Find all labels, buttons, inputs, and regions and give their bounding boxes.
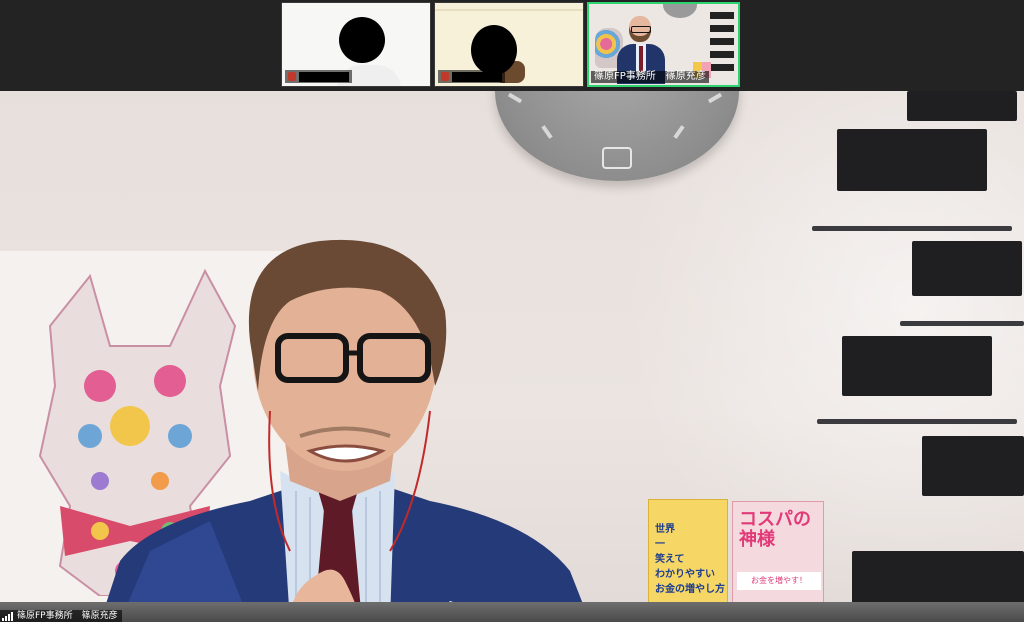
book-title-line: お金の増やし方 xyxy=(655,584,725,595)
shelf-plate xyxy=(812,226,1012,231)
clock-tick xyxy=(673,125,685,139)
redacted-face xyxy=(471,25,517,75)
floating-shelf-unit xyxy=(812,91,1024,622)
active-speaker-video[interactable]: 世界 一 笑えて わかりやすい お金の増やし方 コスパの神様 お金を増やす！ 篠… xyxy=(0,91,1024,622)
mic-muted-icon xyxy=(288,72,296,81)
book-cospa: コスパの神様 お金を増やす！ xyxy=(732,501,824,615)
book-title-line: 世界 xyxy=(655,524,675,535)
shelf-block xyxy=(922,436,1024,496)
redacted-name xyxy=(452,71,502,82)
shelf-block xyxy=(912,241,1022,296)
clock-numeral xyxy=(602,147,632,169)
clock-tick xyxy=(707,92,723,104)
speaker-person xyxy=(100,239,590,622)
speaker-glasses xyxy=(631,26,651,33)
signal-bars-icon xyxy=(2,611,13,621)
book-title: 世界 一 笑えて わかりやすい お金の増やし方 xyxy=(655,522,725,597)
shelf-block xyxy=(907,91,1017,121)
book-title-line: 笑えて xyxy=(655,554,685,565)
speaker-name-label: 篠原FP事務所 篠原充彦 xyxy=(0,610,122,622)
speaker-tie xyxy=(639,46,643,72)
shelf-plate xyxy=(817,419,1017,424)
books-on-shelf: 世界 一 笑えて わかりやすい お金の増やし方 コスパの神様 お金を増やす！ xyxy=(648,499,828,619)
clock-tick xyxy=(507,92,523,104)
shelf-unit xyxy=(710,12,734,72)
book-title: コスパの神様 xyxy=(739,509,811,550)
mic-muted-icon xyxy=(441,72,449,81)
participant-filmstrip: 篠原FP事務所 篠原充彦 xyxy=(0,0,1024,91)
participant-name-tag xyxy=(438,70,505,83)
shelf-block xyxy=(837,129,987,191)
participant-name-tag xyxy=(285,70,352,83)
speaker-name-text: 篠原FP事務所 篠原充彦 xyxy=(17,611,118,621)
participant-tile-2[interactable] xyxy=(434,2,584,87)
shelf-plate xyxy=(900,321,1024,326)
shelf-counter xyxy=(0,602,1024,622)
clock-tick xyxy=(541,125,553,139)
self-name-label: 篠原FP事務所 篠原充彦 xyxy=(591,71,709,83)
self-video-tile[interactable]: 篠原FP事務所 篠原充彦 xyxy=(587,2,740,87)
book-money: 世界 一 笑えて わかりやすい お金の増やし方 xyxy=(648,499,728,613)
book-band: お金を増やす！ xyxy=(737,572,821,590)
redacted-face xyxy=(339,17,385,63)
redacted-name xyxy=(299,71,349,82)
wall-line xyxy=(435,9,583,11)
book-title-line: 一 xyxy=(655,539,665,550)
participant-tile-1[interactable] xyxy=(281,2,431,87)
book-title-line: わかりやすい xyxy=(655,569,715,580)
shelf-block xyxy=(842,336,992,396)
zoom-meeting-window: 篠原FP事務所 篠原充彦 世界 一 笑えて わかりやすい お金の増やし方 コスパ… xyxy=(0,0,1024,622)
